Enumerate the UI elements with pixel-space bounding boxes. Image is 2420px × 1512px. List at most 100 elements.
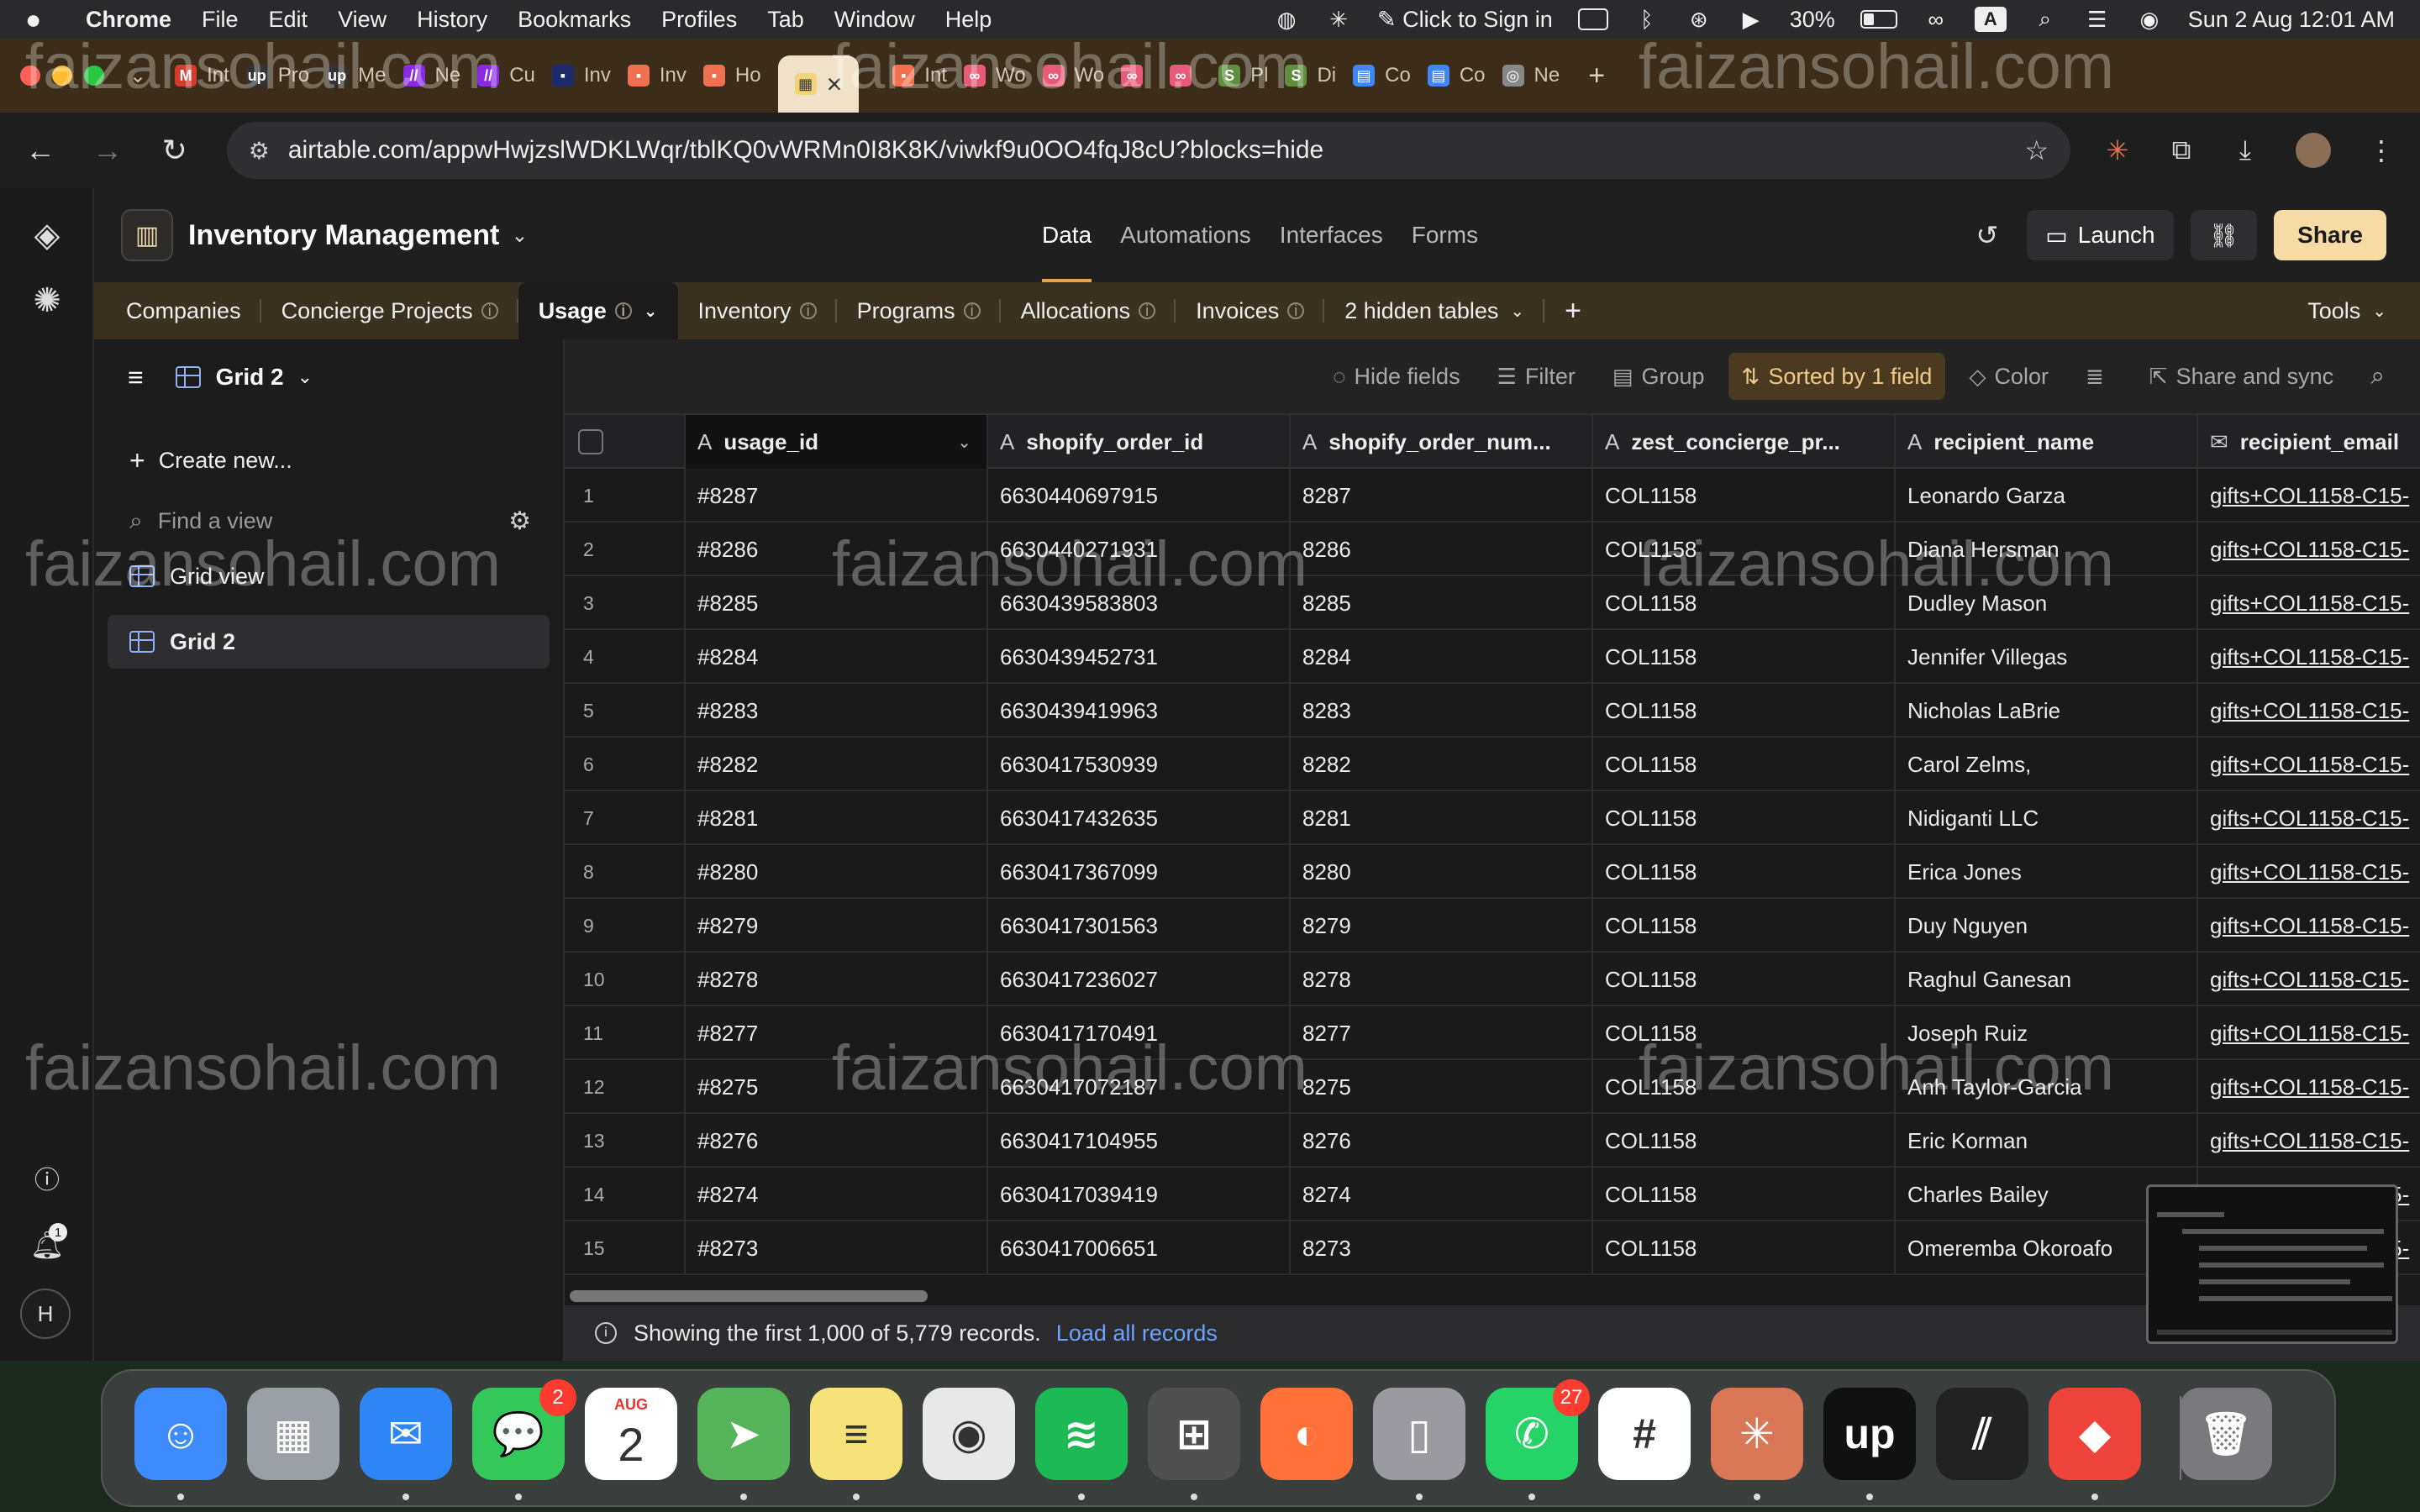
forward-icon[interactable]: → — [92, 133, 123, 168]
reload-icon[interactable]: ↻ — [160, 133, 190, 168]
chevron-down-icon[interactable]: ⌄ — [297, 366, 313, 388]
table-row[interactable]: 8 #8280 6630417367099 8280 COL1158 Erica Jone… — [565, 845, 2420, 899]
row-number[interactable]: 13 — [565, 1114, 686, 1168]
chevron-down-icon[interactable]: ⌄ — [511, 223, 528, 248]
tab-forms[interactable]: Forms — [1412, 222, 1478, 249]
play-icon[interactable]: ▶ — [1738, 7, 1765, 32]
menu-history[interactable]: History — [417, 7, 487, 33]
firefox-icon[interactable]: ◐ — [1260, 1388, 1353, 1480]
shopify-order-id-cell[interactable]: 6630417432635 — [988, 791, 1291, 845]
table-row[interactable]: 6 #8282 6630417530939 8282 COL1158 Carol Zelm… — [565, 738, 2420, 791]
usage-id-cell[interactable]: #8282 — [686, 738, 988, 791]
copy-link-button[interactable]: ⛓ — [2190, 210, 2258, 260]
row-number[interactable]: 4 — [565, 630, 686, 684]
table-tab-concierge-projects[interactable]: Concierge Projects i — [261, 282, 518, 339]
tab-interfaces[interactable]: Interfaces — [1280, 222, 1383, 249]
row-height-button[interactable]: ≣ — [2072, 353, 2126, 400]
minimize-window-icon[interactable] — [52, 66, 72, 86]
table-row[interactable]: 4 #8284 6630439452731 8284 COL1158 Jennifer V… — [565, 630, 2420, 684]
sidebar-item-grid-2[interactable]: Grid 2 — [108, 615, 550, 669]
app-icon[interactable]: ⫽ — [1936, 1388, 2028, 1480]
tab-close-icon[interactable]: × — [827, 69, 843, 100]
maps-icon[interactable]: ➤ — [697, 1388, 790, 1480]
zest-concierge-cell[interactable]: COL1158 — [1593, 1060, 1896, 1114]
control-center-icon[interactable]: ☰ — [2084, 7, 2111, 32]
load-all-records-link[interactable]: Load all records — [1056, 1320, 1218, 1347]
shopify-order-id-cell[interactable]: 6630417104955 — [988, 1114, 1291, 1168]
upwork-status-icon[interactable]: ◍ — [1273, 7, 1300, 32]
iphone-mirroring-icon[interactable]: ▯ — [1373, 1388, 1465, 1480]
menu-view[interactable]: View — [338, 7, 387, 33]
shopify-order-num-cell[interactable]: 8280 — [1291, 845, 1593, 899]
base-name[interactable]: Inventory Management — [188, 219, 499, 252]
recipient-name-cell[interactable]: Dudley Mason — [1896, 576, 2198, 630]
recipient-email-cell[interactable]: gifts+COL1158-C15- — [2198, 1006, 2420, 1060]
profile-avatar[interactable] — [2296, 133, 2331, 168]
horizontal-scrollbar[interactable] — [570, 1290, 928, 1302]
display-icon[interactable] — [1577, 8, 1608, 30]
recipient-name-cell[interactable]: Diana Hersman — [1896, 522, 2198, 576]
shopify-order-num-cell[interactable]: 8283 — [1291, 684, 1593, 738]
shopify-order-id-cell[interactable]: 6630417530939 — [988, 738, 1291, 791]
mail-icon[interactable]: ✉ — [360, 1388, 452, 1480]
table-row[interactable]: 12 #8275 6630417072187 8275 COL1158 Anh Taylo… — [565, 1060, 2420, 1114]
share-button[interactable]: Share — [2274, 210, 2386, 260]
menu-window[interactable]: Window — [834, 7, 915, 33]
table-row[interactable]: 1 #8287 6630440697915 8287 COL1158 Leonardo G… — [565, 469, 2420, 522]
browser-tab[interactable]: ▪ Inv — [551, 50, 611, 101]
recipient-name-cell[interactable]: Nidiganti LLC — [1896, 791, 2198, 845]
zest-concierge-cell[interactable]: COL1158 — [1593, 738, 1896, 791]
tools-dropdown[interactable]: Tools ⌄ — [2287, 282, 2420, 339]
shopify-order-num-cell[interactable]: 8277 — [1291, 1006, 1593, 1060]
browser-tab[interactable]: ▪ Inv — [627, 50, 687, 101]
recipient-email-cell[interactable]: gifts+COL1158-C15- — [2198, 953, 2420, 1006]
slack-icon[interactable]: # — [1598, 1388, 1691, 1480]
recipient-email-cell[interactable]: gifts+COL1158-C15- — [2198, 845, 2420, 899]
zoom-window-icon[interactable] — [84, 66, 104, 86]
shopify-order-num-cell[interactable]: 8281 — [1291, 791, 1593, 845]
recipient-name-cell[interactable]: Erica Jones — [1896, 845, 2198, 899]
usage-id-cell[interactable]: #8277 — [686, 1006, 988, 1060]
calendar-icon[interactable]: AUG 2 — [585, 1388, 677, 1480]
table-tab-programs[interactable]: Programs i — [837, 282, 1001, 339]
chrome-menu-icon[interactable]: ⋮ — [2368, 135, 2395, 165]
zest-concierge-cell[interactable]: COL1158 — [1593, 1221, 1896, 1275]
shopify-order-num-cell[interactable]: 8287 — [1291, 469, 1593, 522]
browser-tab[interactable]: ∞ — [1121, 50, 1153, 101]
zest-concierge-cell[interactable]: COL1158 — [1593, 791, 1896, 845]
table-tab-inventory[interactable]: Inventory i — [678, 282, 837, 339]
browser-tab[interactable]: // Ne — [402, 50, 460, 101]
recipient-email-cell[interactable]: gifts+COL1158-C15- — [2198, 469, 2420, 522]
chevron-down-icon[interactable]: ⌄ — [957, 432, 971, 453]
menu-help[interactable]: Help — [945, 7, 992, 33]
hide-fields-button[interactable]: ◌ Hide fields — [1319, 353, 1474, 400]
usage-id-cell[interactable]: #8276 — [686, 1114, 988, 1168]
shopify-order-num-cell[interactable]: 8276 — [1291, 1114, 1593, 1168]
screenshot-thumbnail[interactable] — [2146, 1184, 2398, 1344]
hamburger-icon[interactable]: ≡ — [128, 362, 144, 393]
table-tab-allocations[interactable]: Allocations i — [1001, 282, 1176, 339]
usage-id-cell[interactable]: #8285 — [686, 576, 988, 630]
table-row[interactable]: 5 #8283 6630439419963 8283 COL1158 Nicholas L… — [565, 684, 2420, 738]
select-all-checkbox[interactable] — [578, 429, 603, 454]
zest-concierge-cell[interactable]: COL1158 — [1593, 1114, 1896, 1168]
recipient-name-cell[interactable]: Eric Korman — [1896, 1114, 2198, 1168]
close-window-icon[interactable] — [20, 66, 40, 86]
history-icon[interactable]: ↺ — [1975, 219, 1998, 251]
browser-tab[interactable]: ▪ Ho — [702, 50, 761, 101]
row-number[interactable]: 2 — [565, 522, 686, 576]
spotify-icon[interactable]: ≋ — [1035, 1388, 1128, 1480]
usage-id-cell[interactable]: #8286 — [686, 522, 988, 576]
shopify-order-id-cell[interactable]: 6630417006651 — [988, 1221, 1291, 1275]
anydesk-icon[interactable]: ◆ — [2049, 1388, 2141, 1480]
claude-status-icon[interactable]: ✳ — [1325, 7, 1352, 32]
shopify-order-id-cell[interactable]: 6630417301563 — [988, 899, 1291, 953]
sidebar-item-grid-view[interactable]: Grid view — [108, 549, 550, 603]
claude-extension-icon[interactable]: ✳ — [2104, 135, 2131, 165]
recipient-name-cell[interactable]: Raghul Ganesan — [1896, 953, 2198, 1006]
accessibility-icon[interactable]: ⊛ — [1686, 7, 1712, 32]
recipient-name-cell[interactable]: Joseph Ruiz — [1896, 1006, 2198, 1060]
trash-icon[interactable]: 🗑 — [2180, 1388, 2272, 1480]
shopify-order-num-cell[interactable]: 8278 — [1291, 953, 1593, 1006]
chrome-icon[interactable]: ◉ — [923, 1388, 1015, 1480]
